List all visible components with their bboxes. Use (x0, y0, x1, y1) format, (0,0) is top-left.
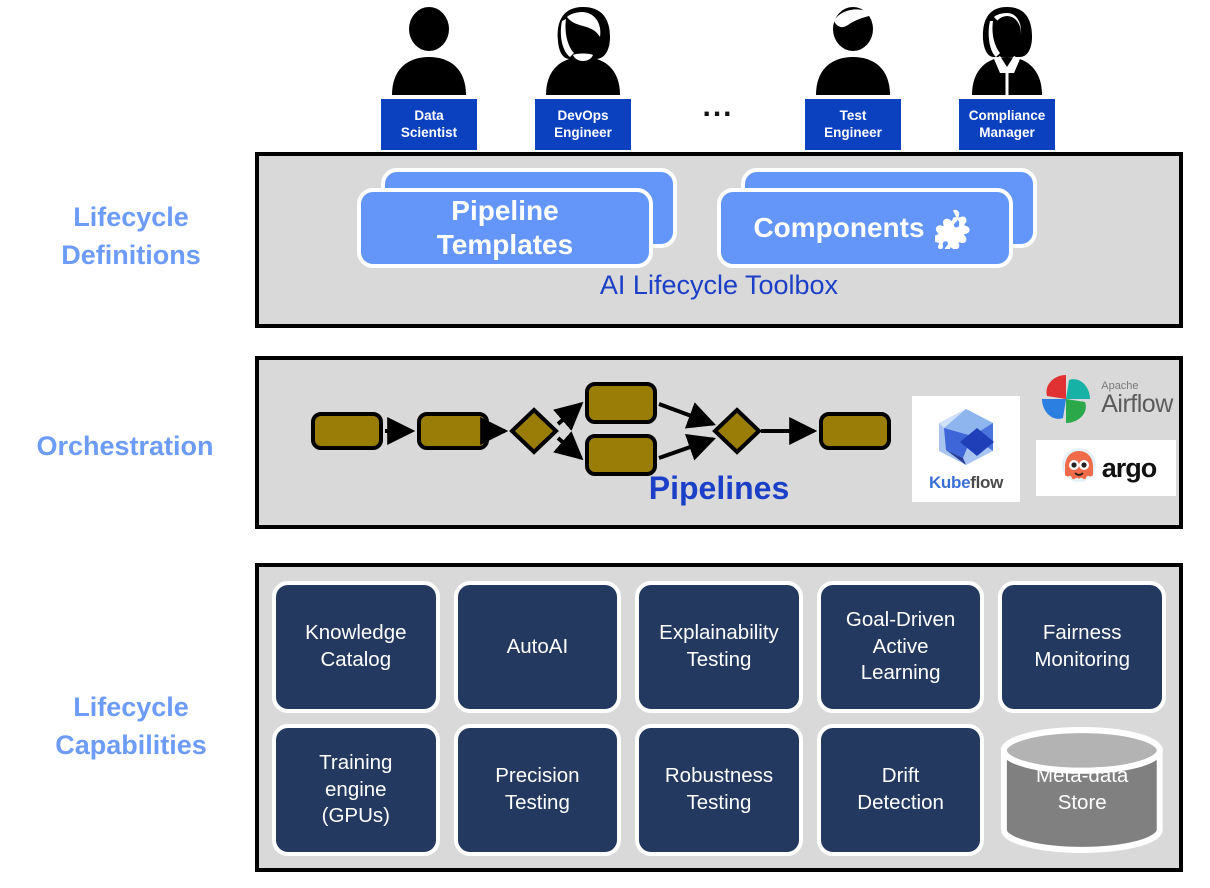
person-suit-icon (972, 7, 1042, 95)
card-pipeline-templates: Pipeline Templates (357, 188, 653, 268)
capability-goal-driven-active-learning[interactable]: Goal-Driven Active Learning (816, 581, 985, 713)
person-long-hair-icon (546, 7, 620, 95)
pipeline-node (819, 412, 891, 450)
capability-training-engine[interactable]: Training engine (GPUs) (272, 724, 440, 856)
panel-orchestration: Kubeflow Apache Airflow argo Pipelines (255, 356, 1183, 529)
persona-data-scientist[interactable]: Data Scientist (380, 7, 478, 150)
capability-drift-detection[interactable]: Drift Detection (816, 724, 985, 856)
capability-precision-testing[interactable]: Precision Testing (453, 724, 622, 856)
puzzle-piece-icon (934, 209, 970, 249)
capability-knowledge-catalog[interactable]: Knowledge Catalog (272, 581, 440, 713)
pipeline-node (417, 412, 489, 450)
capability-label: Meta-data Store (1036, 764, 1129, 814)
pipeline-decision (509, 407, 559, 455)
card-components: Components (717, 188, 1013, 268)
capability-fairness-monitoring[interactable]: Fairness Monitoring (998, 581, 1166, 713)
panel-lifecycle-capabilities: Knowledge Catalog AutoAI Explainability … (255, 563, 1183, 872)
caption-ai-lifecycle-toolbox: AI Lifecycle Toolbox (599, 270, 839, 300)
persona-label: Compliance Manager (959, 99, 1055, 150)
persona-devops-engineer[interactable]: DevOps Engineer (534, 7, 632, 150)
panel-lifecycle-definitions: Pipeline Templates Components AI Lifecyc… (255, 152, 1183, 328)
person-icon (392, 7, 466, 95)
card-label: Components (753, 212, 925, 244)
row-label-lifecycle-definitions: Lifecycle Definitions (61, 202, 201, 271)
persona-test-engineer[interactable]: Test Engineer (804, 7, 902, 150)
persona-label: Test Engineer (805, 99, 901, 150)
card-stack-components[interactable]: Components (717, 168, 1037, 268)
capability-grid: Knowledge Catalog AutoAI Explainability … (272, 581, 1166, 856)
pipeline-node (585, 434, 657, 476)
pipeline-decision (712, 407, 762, 455)
airflow-logo: Apache Airflow (1036, 370, 1176, 428)
diagram-canvas: Data Scientist DevOps Engineer ... Test … (0, 0, 1210, 888)
row-label-lifecycle-capabilities: Lifecycle Capabilities (55, 692, 207, 761)
persona-label: DevOps Engineer (535, 99, 631, 150)
airflow-name-label: Airflow (1101, 390, 1173, 418)
kubeflow-mark (938, 408, 994, 465)
row-label-orchestration: Orchestration (36, 431, 214, 461)
caption-pipelines: Pipelines (648, 470, 790, 506)
card-stack-pipeline-templates[interactable]: Pipeline Templates (357, 168, 677, 268)
personas-row: Data Scientist DevOps Engineer ... Test … (380, 4, 1056, 150)
persona-label: Data Scientist (381, 99, 477, 150)
capability-meta-data-store[interactable]: Meta-data Store (998, 724, 1166, 856)
airflow-pinwheel-icon (1042, 375, 1091, 423)
card-label: Pipeline Templates (436, 195, 574, 260)
person-short-hair-icon (816, 7, 890, 95)
capability-robustness-testing[interactable]: Robustness Testing (635, 724, 803, 856)
capability-explainability-testing[interactable]: Explainability Testing (635, 581, 803, 713)
capability-autoai[interactable]: AutoAI (453, 581, 622, 713)
persona-compliance-manager[interactable]: Compliance Manager (958, 7, 1056, 150)
pipeline-node (311, 412, 383, 450)
persona-ellipsis: ... (702, 90, 734, 123)
pipeline-flow-graphic (311, 382, 891, 476)
pipeline-node (585, 382, 657, 424)
